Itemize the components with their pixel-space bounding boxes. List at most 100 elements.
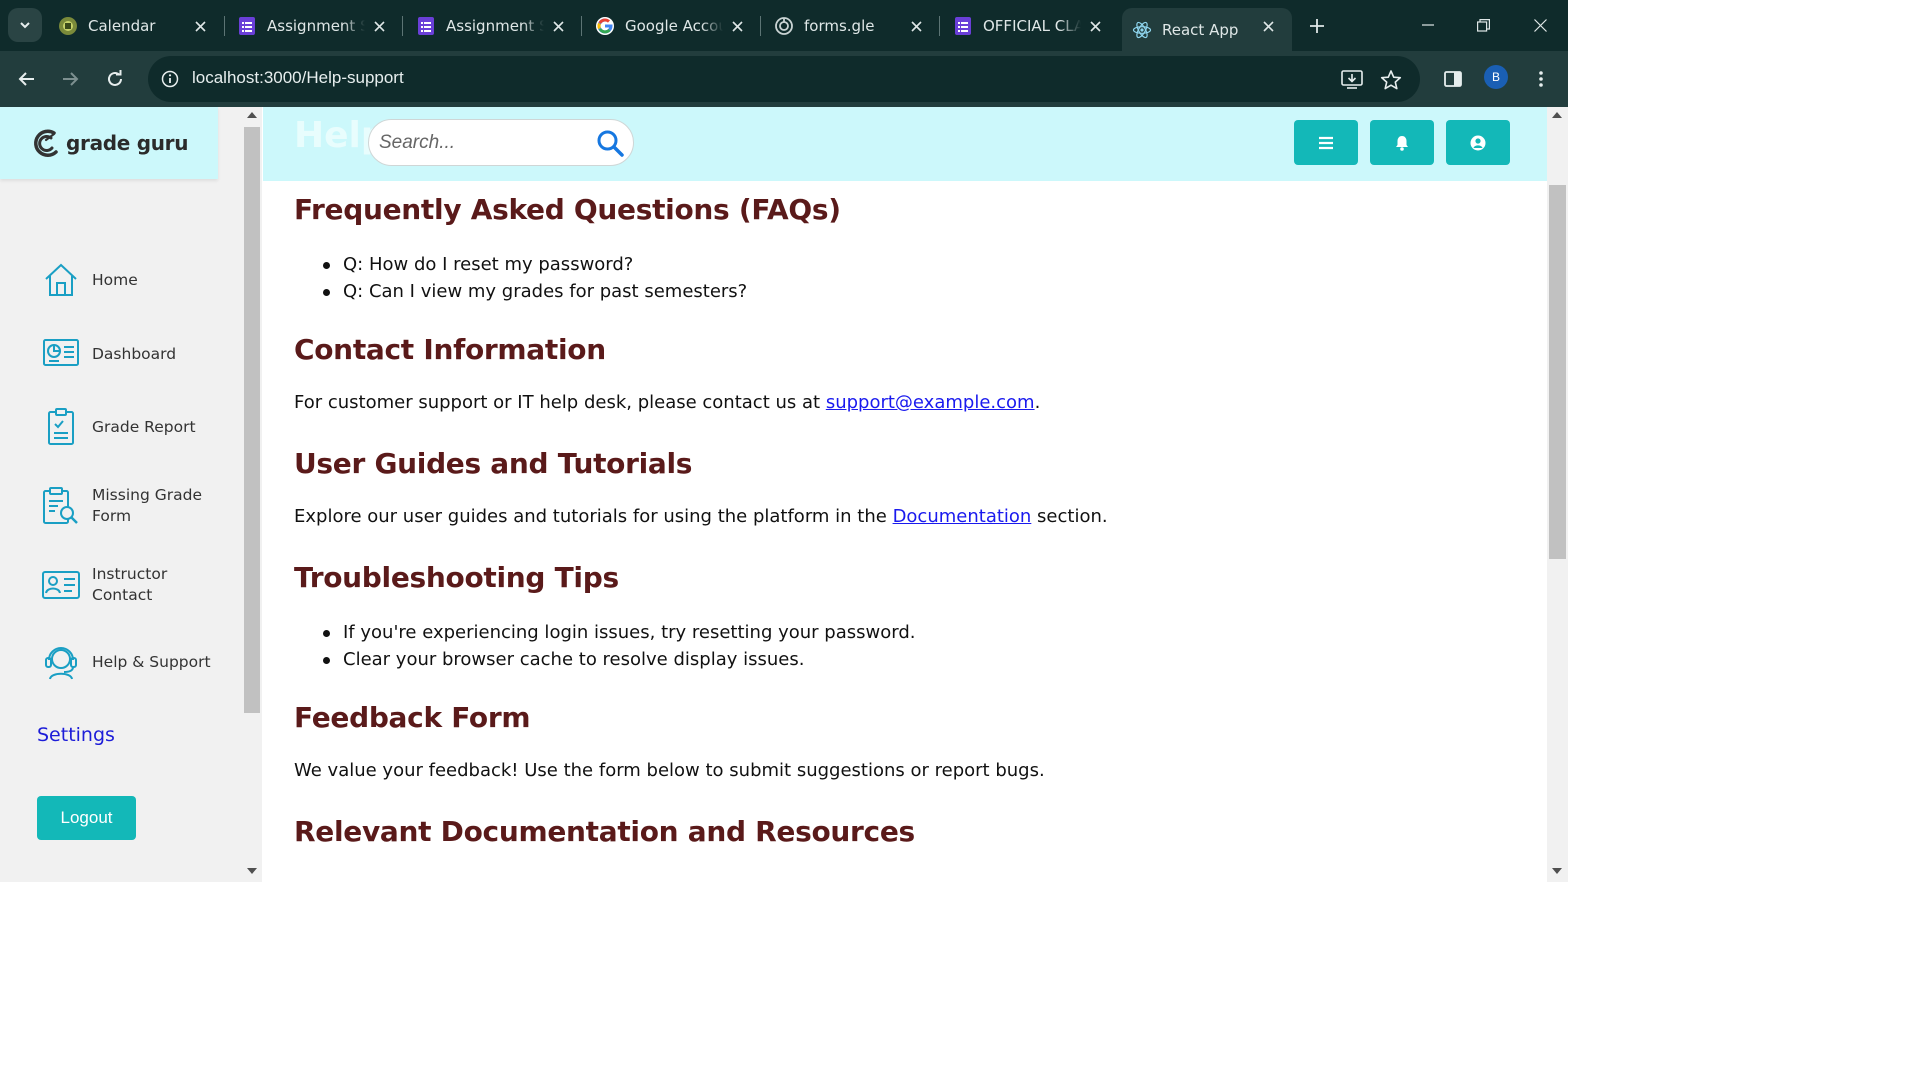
sidebar-item-label: Dashboard: [92, 344, 177, 363]
close-window-button[interactable]: [1520, 10, 1560, 40]
forms-favicon: [953, 16, 973, 36]
search-input[interactable]: [379, 128, 584, 158]
close-icon[interactable]: [548, 16, 568, 36]
search-icon[interactable]: [595, 128, 625, 158]
search-box: [368, 119, 634, 166]
guides-text: Explore our user guides and tutorials fo…: [294, 506, 1108, 527]
contact-text: For customer support or IT help desk, pl…: [294, 392, 1040, 413]
menu-icon: [1319, 136, 1333, 149]
troubleshooting-title: Troubleshooting Tips: [294, 561, 619, 594]
scroll-down-arrow-icon[interactable]: [247, 868, 257, 874]
bookmark-star-icon[interactable]: [1378, 67, 1404, 93]
scroll-up-arrow-icon[interactable]: [247, 112, 257, 118]
tab-title: Calendar: [88, 17, 156, 35]
scroll-down-arrow-icon[interactable]: [1552, 868, 1562, 874]
app-header: Help: [263, 107, 1547, 181]
faq-title: Frequently Asked Questions (FAQs): [294, 193, 841, 226]
side-panel-icon: [1444, 71, 1462, 87]
chevron-down-icon: [20, 22, 30, 29]
contact-title: Contact Information: [294, 333, 606, 366]
sidebar-item-label: Missing Grade Form: [92, 486, 202, 525]
close-icon[interactable]: [369, 16, 389, 36]
browser-tab[interactable]: OFFICIAL CLASS: [953, 8, 1105, 44]
back-button[interactable]: [11, 63, 43, 95]
close-icon[interactable]: [190, 16, 210, 36]
browser-tab-bar: Calendar Assignment Submission Assignmen…: [0, 0, 1568, 51]
forward-button[interactable]: [54, 63, 86, 95]
forms-favicon: [237, 16, 257, 36]
support-email-link[interactable]: support@example.com: [826, 392, 1035, 413]
reload-button[interactable]: [99, 63, 131, 95]
user-icon: [1470, 135, 1486, 150]
menu-button[interactable]: [1294, 120, 1358, 165]
contact-text-before: For customer support or IT help desk, pl…: [294, 392, 826, 413]
grade-report-icon: [42, 408, 80, 446]
sidebar-item-missing-grade-form[interactable]: Missing Grade Form: [42, 485, 212, 527]
tab-search-button[interactable]: [8, 8, 42, 42]
troubleshooting-item: If you're experiencing login issues, try…: [294, 620, 915, 647]
plus-icon: [1310, 19, 1324, 33]
close-icon[interactable]: [906, 16, 926, 36]
settings-link[interactable]: Settings: [37, 724, 115, 746]
notifications-button[interactable]: [1370, 120, 1434, 165]
guides-text-after: section.: [1031, 506, 1108, 527]
calendar-favicon: [58, 16, 78, 36]
browser-tab[interactable]: forms.gle: [774, 8, 926, 44]
restore-button[interactable]: [1463, 10, 1503, 40]
scrollbar-thumb[interactable]: [244, 127, 260, 713]
browser-tab[interactable]: Assignment Submission: [416, 8, 568, 44]
sidebar-scrollbar[interactable]: [243, 107, 262, 882]
guides-title: User Guides and Tutorials: [294, 447, 693, 480]
install-app-icon[interactable]: [1339, 67, 1365, 93]
tab-separator: [224, 16, 225, 36]
feedback-text: We value your feedback! Use the form bel…: [294, 760, 1045, 781]
browser-menu-button[interactable]: [1525, 63, 1557, 95]
tab-title: OFFICIAL CLASS: [983, 17, 1081, 35]
faq-list: Q: How do I reset my password? Q: Can I …: [294, 252, 747, 305]
documentation-link[interactable]: Documentation: [893, 506, 1032, 527]
browser-tab[interactable]: Google Account: [595, 8, 747, 44]
new-tab-button[interactable]: [1303, 12, 1331, 40]
browser-tab[interactable]: Calendar: [58, 8, 210, 44]
bell-icon: [1396, 135, 1408, 151]
sidebar-item-help-support[interactable]: Help & Support: [42, 643, 212, 681]
sidebar-item-instructor-contact[interactable]: Instructor Contact: [42, 564, 212, 606]
close-icon[interactable]: [1258, 16, 1278, 36]
profile-avatar[interactable]: B: [1484, 65, 1508, 89]
main-scrollbar[interactable]: [1547, 107, 1568, 882]
sidebar-item-grade-report[interactable]: Grade Report: [42, 408, 212, 446]
tab-title: Google Account: [625, 17, 723, 35]
resources-title: Relevant Documentation and Resources: [294, 815, 915, 848]
scroll-up-arrow-icon[interactable]: [1552, 112, 1562, 118]
logo[interactable]: grade guru: [0, 107, 218, 179]
close-icon[interactable]: [727, 16, 747, 36]
side-panel-button[interactable]: [1437, 63, 1469, 95]
tab-title: Assignment Submission: [446, 17, 544, 35]
url-text: localhost:3000/Help-support: [192, 68, 404, 87]
browser-toolbar: localhost:3000/Help-support: [0, 51, 1568, 107]
sidebar-item-label: Instructor Contact: [92, 565, 168, 604]
more-vert-icon: [1539, 71, 1543, 87]
grade-guru-logo-icon: [34, 129, 58, 157]
close-icon[interactable]: [1085, 16, 1105, 36]
tab-separator: [760, 16, 761, 36]
sidebar-item-home[interactable]: Home: [42, 261, 212, 299]
guides-text-before: Explore our user guides and tutorials fo…: [294, 506, 893, 527]
logout-button[interactable]: Logout: [37, 796, 136, 840]
tab-title: forms.gle: [804, 17, 875, 35]
restore-icon: [1476, 18, 1490, 32]
minimize-icon: [1422, 24, 1434, 26]
scrollbar-thumb[interactable]: [1549, 185, 1566, 559]
address-bar[interactable]: localhost:3000/Help-support: [148, 56, 1420, 102]
site-info-icon[interactable]: [158, 67, 182, 91]
sidebar-item-dashboard[interactable]: Dashboard: [42, 335, 212, 373]
tab-separator: [939, 16, 940, 36]
globe-favicon: [774, 16, 794, 36]
missing-grade-form-icon: [42, 487, 80, 525]
profile-button[interactable]: [1446, 120, 1510, 165]
browser-tab-active[interactable]: React App: [1122, 8, 1292, 51]
minimize-button[interactable]: [1408, 10, 1448, 40]
browser-tab[interactable]: Assignment Submission: [237, 8, 389, 44]
close-icon: [1533, 18, 1547, 32]
logo-text: grade guru: [66, 131, 189, 155]
